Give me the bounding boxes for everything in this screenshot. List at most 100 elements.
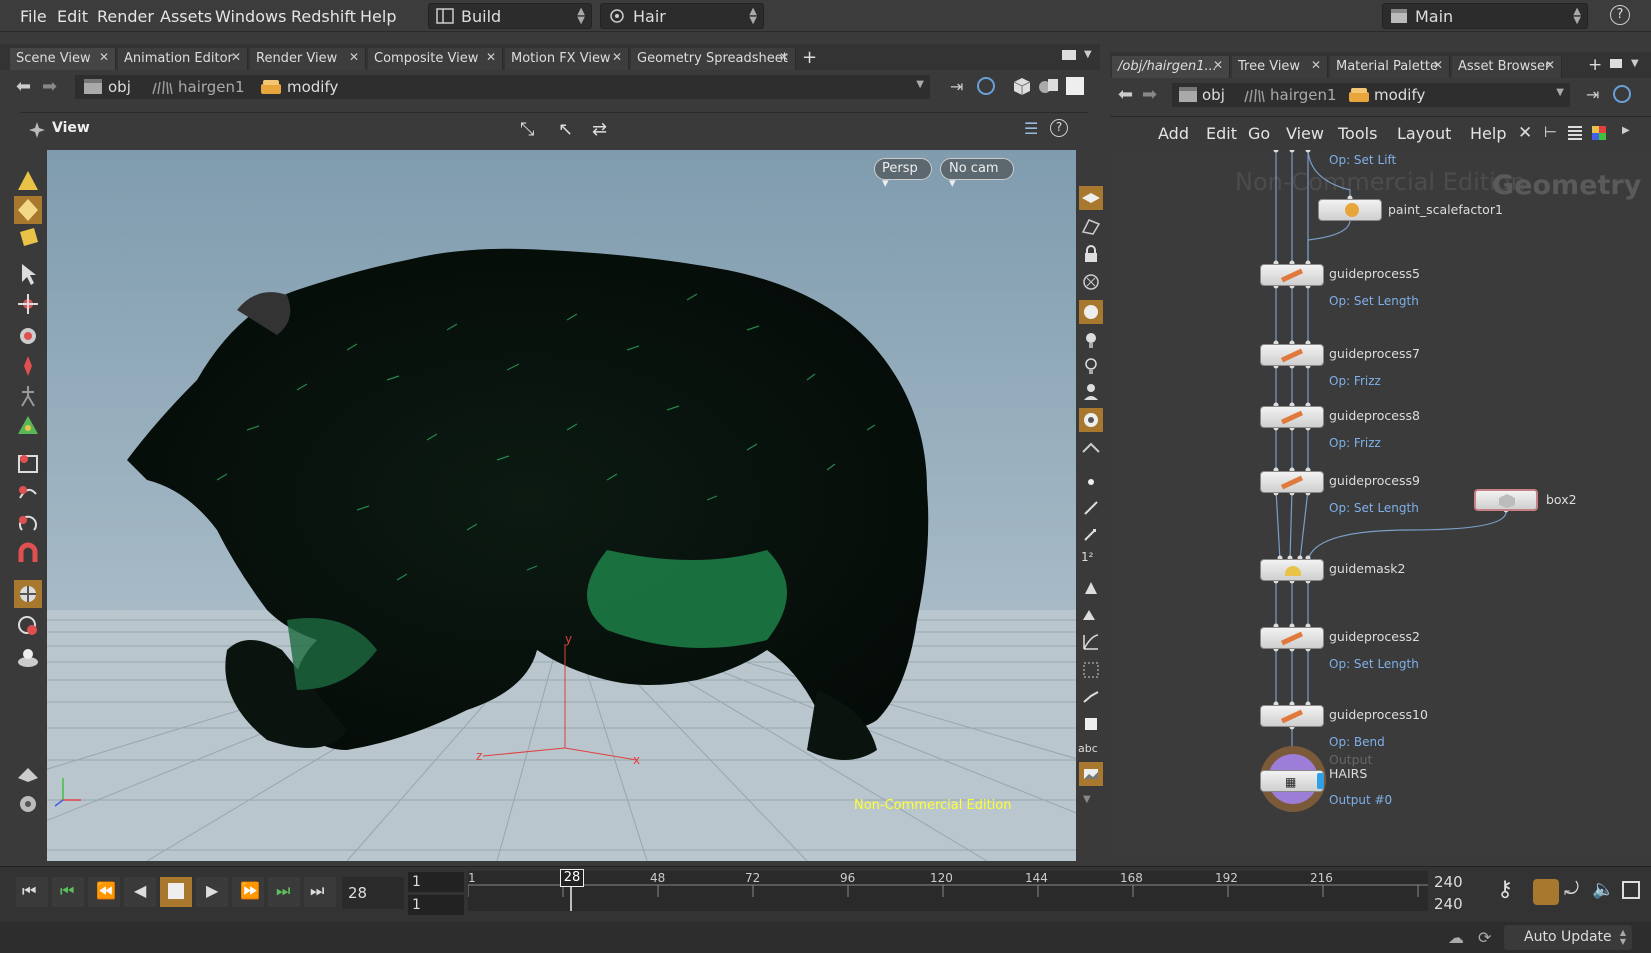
play-reverse-button[interactable]: ◀ xyxy=(124,877,156,907)
network-menu-go[interactable]: Go xyxy=(1248,124,1270,143)
display-layers-icon[interactable] xyxy=(1079,186,1103,210)
jump-end-button[interactable]: ⏭ xyxy=(304,877,336,907)
prim-display-icon[interactable] xyxy=(1079,576,1103,600)
camera-button[interactable]: No cam ▾ xyxy=(940,158,1014,191)
rotate-icon[interactable] xyxy=(14,322,42,350)
orbit-icon[interactable] xyxy=(14,510,42,538)
scroll-down-icon[interactable]: ▼ xyxy=(1083,794,1107,818)
cube-icon[interactable] xyxy=(1012,76,1032,96)
list-icon[interactable] xyxy=(1568,126,1582,140)
jump-start-button[interactable]: ⏮ xyxy=(16,877,48,907)
close-icon[interactable]: ✕ xyxy=(349,50,359,64)
breadcrumb-modify[interactable]: modify xyxy=(287,78,338,96)
step-end-button[interactable]: ⏭ xyxy=(268,877,300,907)
audio-icon[interactable]: 🔈 xyxy=(1592,879,1614,900)
tab-render-view[interactable]: Render View ✕ xyxy=(250,48,366,70)
step-start-button[interactable]: ⏮ xyxy=(52,877,84,907)
hull-icon[interactable] xyxy=(1079,658,1103,682)
point-number-icon[interactable]: 1² xyxy=(1081,550,1105,574)
normal-display-icon[interactable] xyxy=(1079,496,1103,520)
close-icon[interactable]: ✕ xyxy=(231,50,241,64)
frame-marker[interactable]: 28 xyxy=(560,869,584,887)
render-icon[interactable] xyxy=(14,580,42,608)
chevron-down-icon[interactable]: ▼ xyxy=(916,79,924,90)
range-start2-field[interactable]: 1 xyxy=(408,895,464,915)
point-display-icon[interactable] xyxy=(1079,470,1103,494)
scene-icon[interactable] xyxy=(1038,76,1060,96)
step-forward-button[interactable]: ⏩ xyxy=(232,877,264,907)
uv-icon[interactable] xyxy=(1079,630,1103,654)
node-guideprocess5[interactable] xyxy=(1260,264,1324,286)
timeline-ruler[interactable]: 1 48 72 96 120 144 168 192 216 28 xyxy=(468,869,1428,911)
persp-button[interactable]: Persp ▾ xyxy=(874,158,932,191)
scene-viewport[interactable]: y x z Persp ▾ No cam ▾ Non-Commercial Ed… xyxy=(47,150,1076,861)
menu-file[interactable]: File xyxy=(20,7,47,26)
visualize-icon[interactable] xyxy=(1079,438,1103,462)
maximize-icon[interactable] xyxy=(1610,59,1622,68)
stop-button[interactable] xyxy=(160,877,192,907)
range-start-field[interactable]: 1 xyxy=(408,872,464,892)
refresh-icon[interactable]: ⟳ xyxy=(1478,928,1491,947)
shelf-dropdown[interactable]: Hair ▲ ▼ xyxy=(600,3,764,29)
tab-tree-view[interactable]: Tree View ✕ xyxy=(1232,56,1328,78)
tab-material-palette[interactable]: Material Palette ✕ xyxy=(1330,56,1450,78)
light-bulb-icon[interactable] xyxy=(1079,328,1103,352)
breadcrumb-hairgen[interactable]: hairgen1 xyxy=(178,78,245,96)
person-icon[interactable] xyxy=(1079,380,1103,404)
breakpoint-icon[interactable] xyxy=(1079,684,1103,708)
shading-icon[interactable] xyxy=(1079,300,1103,324)
node-guidemask2[interactable] xyxy=(1260,559,1324,581)
tools-icon[interactable]: ✕ xyxy=(1518,123,1532,143)
tab-network[interactable]: /obj/hairgen1... ✕ xyxy=(1112,56,1230,78)
step-back-button[interactable]: ⏪ xyxy=(88,877,120,907)
node-paint-scalefactor1[interactable] xyxy=(1318,199,1382,221)
forward-icon[interactable]: ➡ xyxy=(42,76,57,97)
prim-number-icon[interactable] xyxy=(1079,602,1103,626)
close-icon[interactable]: ✕ xyxy=(779,50,789,64)
menu-edit[interactable]: Edit xyxy=(57,7,88,26)
tab-motion-fx-view[interactable]: Motion FX View ✕ xyxy=(505,48,629,70)
add-tab-icon[interactable]: + xyxy=(1588,55,1602,75)
node-guideprocess2[interactable] xyxy=(1260,627,1324,649)
close-icon[interactable]: ✕ xyxy=(99,50,109,64)
handle-tool-icon[interactable]: ↖ xyxy=(558,119,573,140)
tab-scene-view[interactable]: Scene View ✕ xyxy=(10,48,116,70)
node-hairs-output[interactable]: ▦ xyxy=(1260,770,1324,792)
close-icon[interactable]: ✕ xyxy=(1311,58,1321,72)
breadcrumb-obj[interactable]: obj xyxy=(108,78,131,96)
tab-geometry-spreadsheet[interactable]: Geometry Spreadsheet ✕ xyxy=(631,48,796,70)
lock-icon[interactable] xyxy=(1079,242,1103,266)
select-tool-icon[interactable]: ⤡ xyxy=(520,119,534,140)
forward-icon[interactable]: ➡ xyxy=(1142,84,1157,105)
realtime-icon[interactable] xyxy=(1533,879,1559,905)
bbox-icon[interactable] xyxy=(1079,712,1103,736)
close-icon[interactable]: ✕ xyxy=(1433,58,1443,72)
vector-display-icon[interactable] xyxy=(1079,522,1103,546)
color-palette-icon[interactable] xyxy=(1592,126,1606,140)
display-icon[interactable] xyxy=(1066,77,1084,95)
help-icon[interactable]: ? xyxy=(1610,5,1630,25)
move-icon[interactable] xyxy=(14,290,42,318)
back-icon[interactable]: ⬅ xyxy=(16,76,31,97)
desktop-dropdown[interactable]: Build ▲ ▼ xyxy=(428,3,592,29)
transform-tool-icon[interactable]: ⇄ xyxy=(592,119,607,140)
menu-windows[interactable]: Windows xyxy=(215,7,286,26)
close-icon[interactable]: ✕ xyxy=(1213,58,1223,72)
tab-animation-editor[interactable]: Animation Editor ✕ xyxy=(118,48,248,70)
node-guideprocess10[interactable] xyxy=(1260,705,1324,727)
snapshot-view-icon[interactable] xyxy=(1079,762,1103,786)
link-icon[interactable] xyxy=(977,77,995,95)
pose-icon[interactable] xyxy=(14,382,42,410)
network-menu-add[interactable]: Add xyxy=(1158,124,1189,143)
context-dropdown[interactable]: Main ▲ ▼ xyxy=(1382,3,1588,29)
display-options-icon[interactable]: ☰ xyxy=(1024,119,1038,138)
link-icon[interactable] xyxy=(1613,85,1631,103)
pane-menu-icon[interactable]: ▼ xyxy=(1631,58,1639,69)
network-editor[interactable]: Non-Commercial Edition Geometry Op: Set … xyxy=(1110,150,1651,862)
node-guideprocess9[interactable] xyxy=(1260,471,1324,493)
network-menu-help[interactable]: Help xyxy=(1470,124,1506,143)
headlight-icon[interactable] xyxy=(1079,354,1103,378)
select-prim-icon[interactable] xyxy=(14,224,42,252)
menu-render[interactable]: Render xyxy=(97,7,154,26)
handle-icon[interactable] xyxy=(14,412,42,440)
